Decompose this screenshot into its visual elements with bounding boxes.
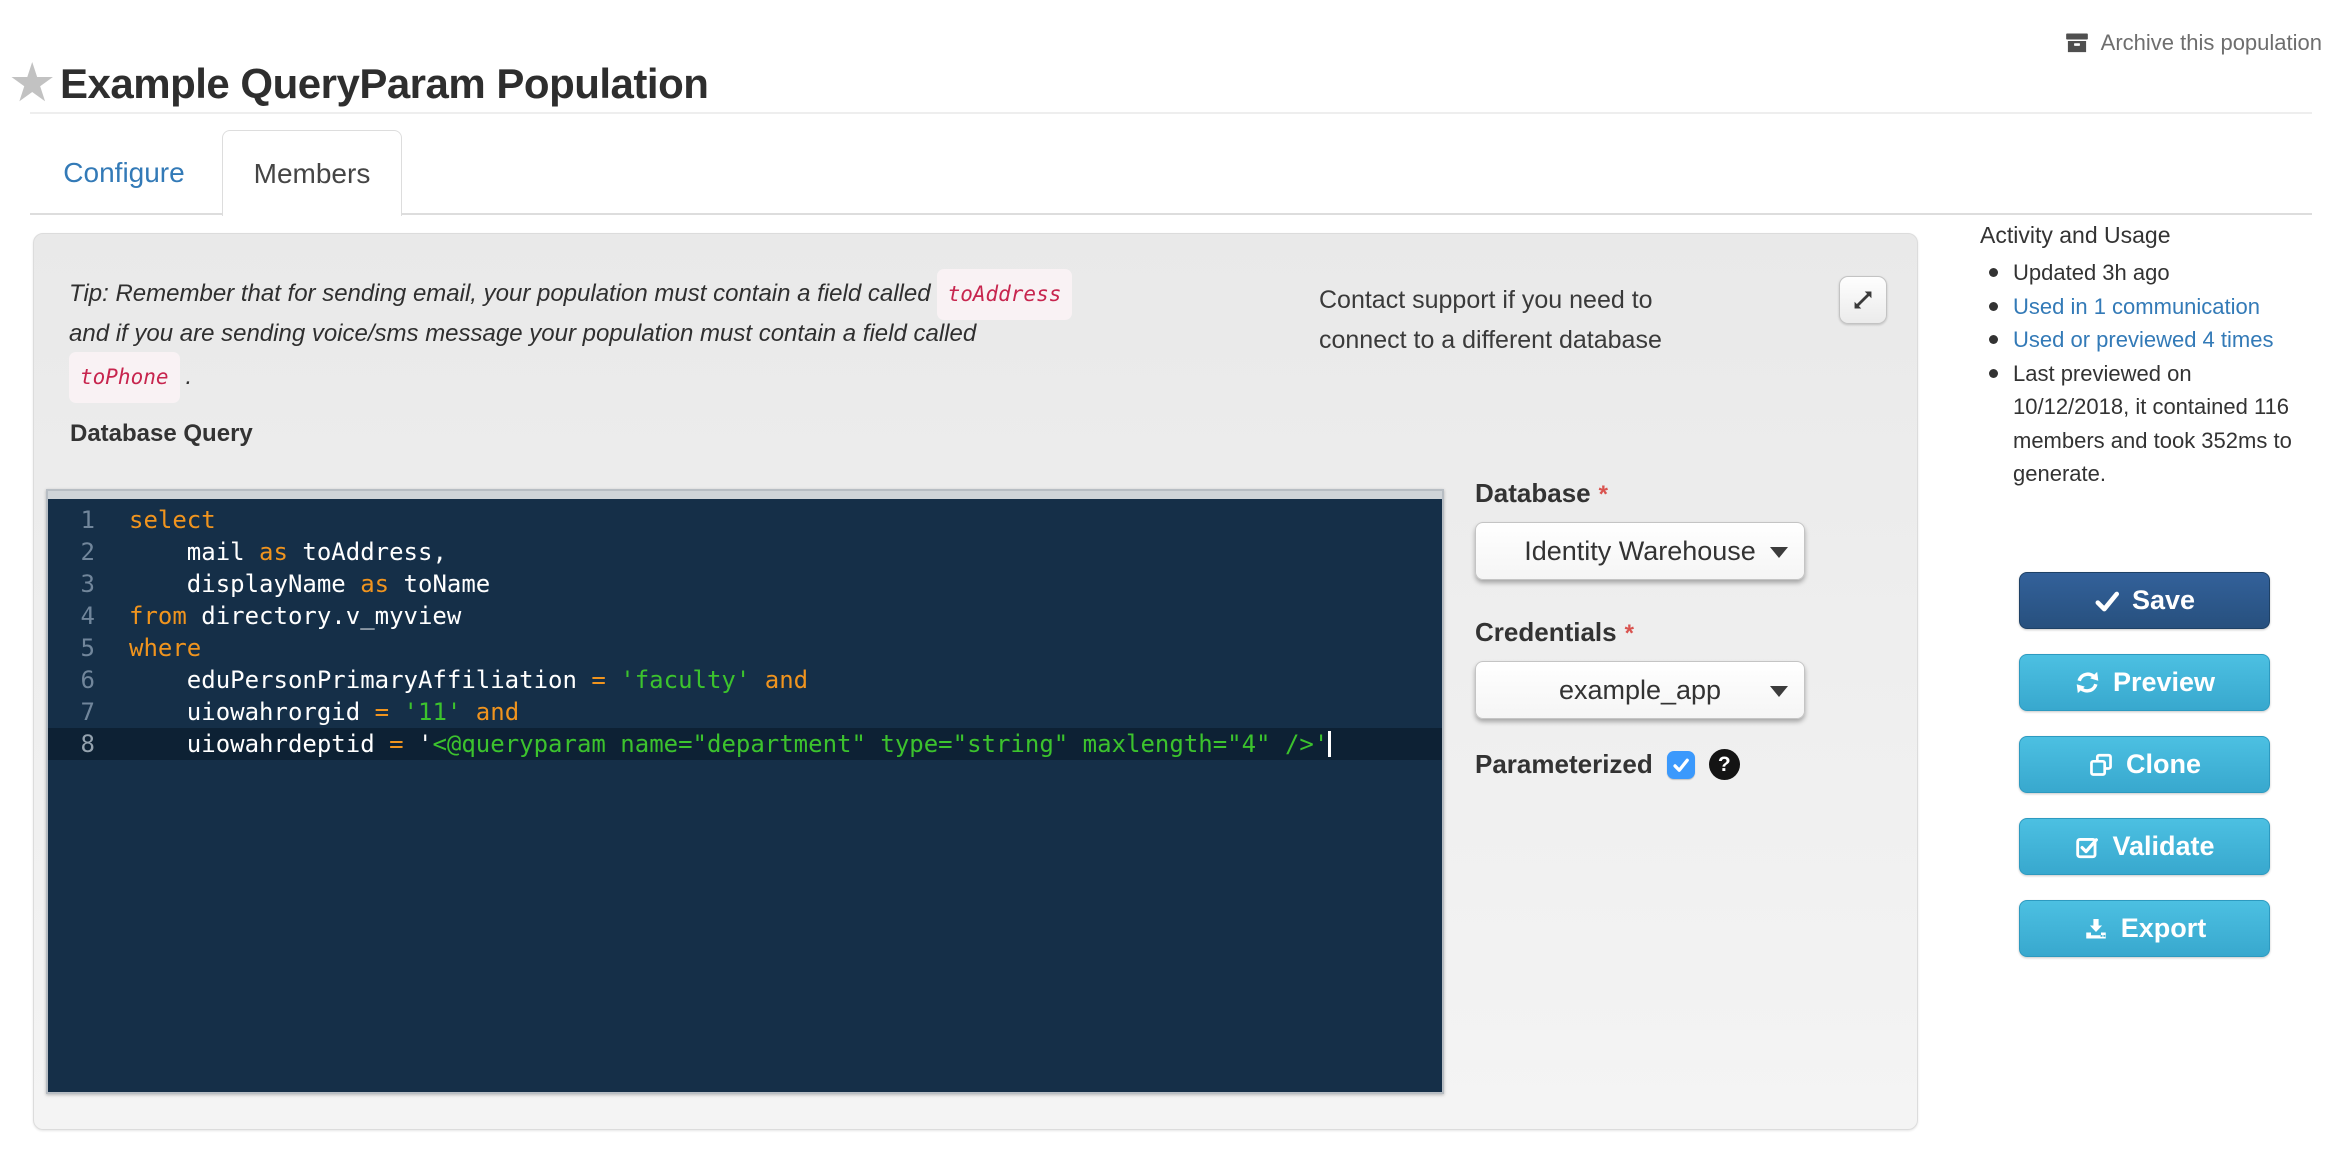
button-label: Clone [2125,749,2201,779]
tip-line3-suffix: . [185,363,193,390]
tab-configure[interactable]: Configure [40,130,208,215]
code-text: from directory.v_myview [129,602,462,630]
database-select-value: Identity Warehouse [1524,535,1756,566]
database-select[interactable]: Identity Warehouse [1475,522,1805,580]
activity-link-item[interactable]: Used in 1 communication [1980,290,2292,324]
code-text: uiowahrorgid = '11' and [129,698,520,726]
tip-line1: Tip: Remember that for sending email, yo… [69,280,931,307]
activity-item: Updated 3h ago [1980,256,2292,290]
code-line-4[interactable]: 4 from directory.v_myview [48,600,1442,632]
sql-query-editor[interactable]: 1 select 2 mail as toAddress, 3 displayName… [46,489,1444,1094]
line-number: 3 [80,570,95,598]
activity-link-item[interactable]: Used or previewed 4 times [1980,323,2292,357]
tab-members[interactable]: Members [222,130,402,216]
line-number: 4 [80,602,95,630]
question-circle-icon[interactable] [1708,749,1740,780]
code-text: eduPersonPrimaryAffiliation = 'faculty' … [129,666,809,694]
chevron-down-icon [1770,686,1788,697]
clone-button[interactable]: Clone [2019,736,2270,793]
code-text: select [129,506,216,534]
population-page: Archive this population Example QueryPar… [0,0,2340,1174]
line-number: 5 [80,634,95,662]
activity-list: Updated 3h ago Used in 1 communication Use… [1980,256,2292,491]
export-icon [2083,916,2109,942]
clone-icon [2088,752,2114,778]
archive-link-label: Archive this population [2100,30,2322,55]
credentials-select-value: example_app [1558,674,1722,705]
text-cursor [1328,731,1332,757]
code-line-2[interactable]: 2 mail as toAddress, [48,536,1442,568]
contact-note-line2: connect to a different database [1319,326,1662,354]
favorite-star-icon[interactable] [8,56,56,110]
check-icon [2094,588,2120,614]
expand-editor-button[interactable] [1839,276,1887,324]
contact-support-note: Contact support if you need to connect t… [1319,280,1779,360]
action-buttons: Save Preview Clone Validate Export [2019,572,2270,982]
archive-box-icon [2064,30,2090,56]
validate-button[interactable]: Validate [2019,818,2270,875]
configure-panel: Tip: Remember that for sending email, yo… [33,233,1918,1130]
required-asterisk: * [1624,620,1634,647]
page-title: Example QueryParam Population [60,60,709,107]
code-text: mail as toAddress, [129,538,447,566]
line-number: 8 [80,730,95,758]
editor-top-strip [48,491,1442,499]
save-button[interactable]: Save [2019,572,2270,629]
title-divider [30,112,2312,114]
code-line-6[interactable]: 6 eduPersonPrimaryAffiliation = 'faculty… [48,664,1442,696]
code-rows: 1 select 2 mail as toAddress, 3 displayName… [48,499,1442,760]
button-label: Preview [2112,667,2216,697]
credentials-select[interactable]: example_app [1475,661,1805,719]
database-field-label: Database * [1475,478,1608,508]
line-number: 2 [80,538,95,566]
chevron-down-icon [1770,547,1788,558]
required-asterisk: * [1598,481,1608,508]
tip-line2: and if you are sending voice/sms message… [69,320,977,347]
button-label: Validate [2112,831,2215,861]
parameterized-checkbox[interactable] [1666,750,1695,779]
code-text: uiowahrdeptid = '<@queryparam name="depa… [129,730,1332,758]
credentials-field-label: Credentials * [1475,617,1634,647]
parameterized-label: Parameterized [1475,749,1653,779]
code-line-8[interactable]: 8 uiowahrdeptid = '<@queryparam name="de… [48,728,1442,760]
to-address-code-chip: toAddress [936,268,1073,320]
refresh-icon [2074,669,2101,696]
code-line-3[interactable]: 3 displayName as toName [48,568,1442,600]
parameterized-row: Parameterized [1475,749,1740,780]
database-query-label: Database Query [70,420,253,447]
archive-population-link[interactable]: Archive this population [2064,30,2322,56]
button-label: Save [2131,585,2196,615]
export-button[interactable]: Export [2019,900,2270,957]
code-text: where [129,634,202,662]
line-number: 7 [80,698,95,726]
tip-text: Tip: Remember that for sending email, yo… [69,268,1319,403]
activity-item: Last previewed on 10/12/2018, it contain… [1980,357,2292,491]
code-line-7[interactable]: 7 uiowahrorgid = '11' and [48,696,1442,728]
code-line-1[interactable]: 1 select [48,504,1442,536]
validate-icon [2074,834,2100,860]
button-label: Export [2120,913,2207,943]
code-text: displayName as toName [129,570,491,598]
contact-note-line1: Contact support if you need to [1319,286,1653,314]
line-number: 6 [80,666,95,694]
expand-icon [1850,287,1876,313]
code-line-5[interactable]: 5 where [48,632,1442,664]
activity-usage-heading: Activity and Usage [1980,222,2171,248]
line-number: 1 [80,506,95,534]
to-phone-code-chip: toPhone [69,351,180,403]
preview-button[interactable]: Preview [2019,654,2270,711]
